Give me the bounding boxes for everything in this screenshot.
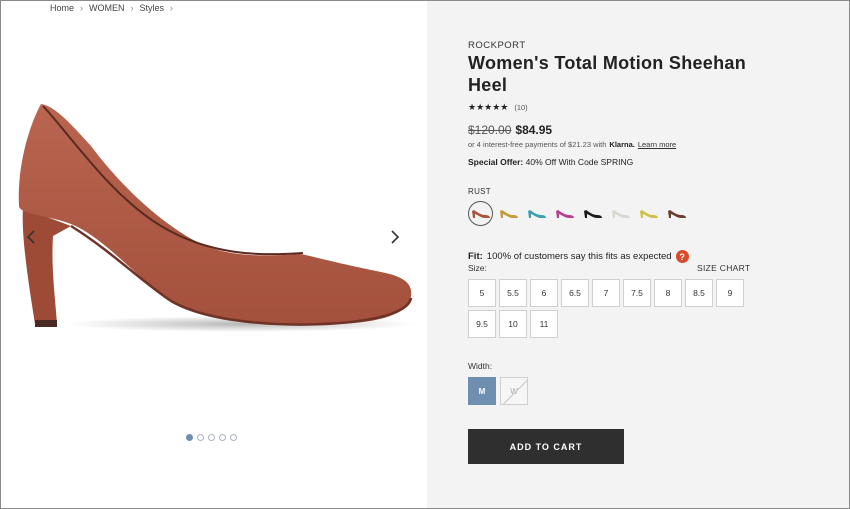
shoe-thumbnail-icon [499,209,518,218]
size-option[interactable]: 7 [592,279,620,307]
width-option-w[interactable]: W [500,377,528,405]
size-label: Size: [468,263,487,273]
color-swatch-mustard[interactable] [496,201,521,226]
fit-label: Fit: [468,251,483,262]
selected-color-name: RUST [468,187,491,196]
shoe-thumbnail-icon [583,209,602,218]
gallery-dot[interactable] [208,434,215,441]
size-option[interactable]: 11 [530,310,558,338]
star-rating-icon: ★★★★★ [468,102,509,112]
color-swatches [468,201,689,226]
size-option[interactable]: 8.5 [685,279,713,307]
gallery-dot[interactable] [197,434,204,441]
fit-text: 100% of customers say this fits as expec… [486,251,672,262]
size-option[interactable]: 6.5 [561,279,589,307]
prev-image-button[interactable] [21,227,41,247]
color-swatch-yellow[interactable] [636,201,661,226]
color-swatch-magenta[interactable] [552,201,577,226]
chevron-right-icon: › [170,3,174,13]
offer-label: Special Offer: [468,157,524,167]
color-swatch-black[interactable] [580,201,605,226]
price-block: $120.00 $84.95 [468,123,552,137]
product-brand: ROCKPORT [468,40,526,51]
color-swatch-silver[interactable] [608,201,633,226]
gallery-pagination [186,434,237,441]
chevron-right-icon: › [80,3,84,13]
offer-text: 40% Off With Code SPRING [525,157,634,167]
color-swatch-teal[interactable] [524,201,549,226]
shoe-thumbnail-icon [611,209,630,218]
special-offer: Special Offer: 40% Off With Code SPRING [468,157,633,167]
add-to-cart-button[interactable]: ADD TO CART [468,429,624,464]
product-info-panel: ROCKPORT Women's Total Motion Sheehan He… [427,1,849,508]
original-price: $120.00 [468,123,512,137]
chevron-right-icon: › [130,3,134,13]
product-title: Women's Total Motion Sheehan Heel [468,53,747,95]
size-chart-link[interactable]: SIZE CHART [697,263,750,273]
sale-price: $84.95 [515,123,553,137]
help-icon[interactable]: ? [675,250,689,263]
page-frame: Home › WOMEN › Styles › ROCKPORT Women's… [0,0,850,509]
review-count[interactable]: (10) [514,103,527,112]
size-options: 5 5.5 6 6.5 7 7.5 8 8.5 9 9.5 10 11 [468,279,758,338]
breadcrumb: Home › WOMEN › Styles › [50,3,173,13]
width-label: Width: [468,361,493,371]
shoe-thumbnail-icon [527,209,546,218]
size-option[interactable]: 6 [530,279,558,307]
gallery-dot[interactable] [219,434,226,441]
size-option[interactable]: 7.5 [623,279,651,307]
width-option-m[interactable]: M [468,377,496,405]
installments-text: or 4 interest-free payments of $21.23 wi… [468,140,607,149]
color-swatch-rust[interactable] [468,201,493,226]
size-option[interactable]: 10 [499,310,527,338]
product-rating[interactable]: ★★★★★ (10) [468,102,528,113]
size-option[interactable]: 9.5 [468,310,496,338]
product-gallery: Home › WOMEN › Styles › [1,1,427,508]
shoe-thumbnail-icon [639,209,658,218]
gallery-dot[interactable] [186,434,193,441]
chevron-left-icon [26,230,35,244]
breadcrumb-home[interactable]: Home [50,3,74,13]
breadcrumb-women[interactable]: WOMEN [89,3,125,13]
learn-more-link[interactable]: Learn more [638,140,676,149]
chevron-right-icon [391,230,400,244]
width-options: M W [468,377,528,405]
breadcrumb-styles[interactable]: Styles [140,3,165,13]
product-image [18,104,416,332]
shoe-thumbnail-icon [667,209,686,218]
size-option[interactable]: 5.5 [499,279,527,307]
size-option[interactable]: 5 [468,279,496,307]
gallery-dot[interactable] [230,434,237,441]
color-swatch-brown[interactable] [664,201,689,226]
next-image-button[interactable] [385,227,405,247]
fit-info: Fit: 100% of customers say this fits as … [468,250,689,263]
installments-info: or 4 interest-free payments of $21.23 wi… [468,140,676,149]
shoe-thumbnail-icon [555,209,574,218]
klarna-logo: Klarna. [609,140,635,149]
size-option[interactable]: 8 [654,279,682,307]
shoe-thumbnail-icon [471,209,490,218]
size-option[interactable]: 9 [716,279,744,307]
